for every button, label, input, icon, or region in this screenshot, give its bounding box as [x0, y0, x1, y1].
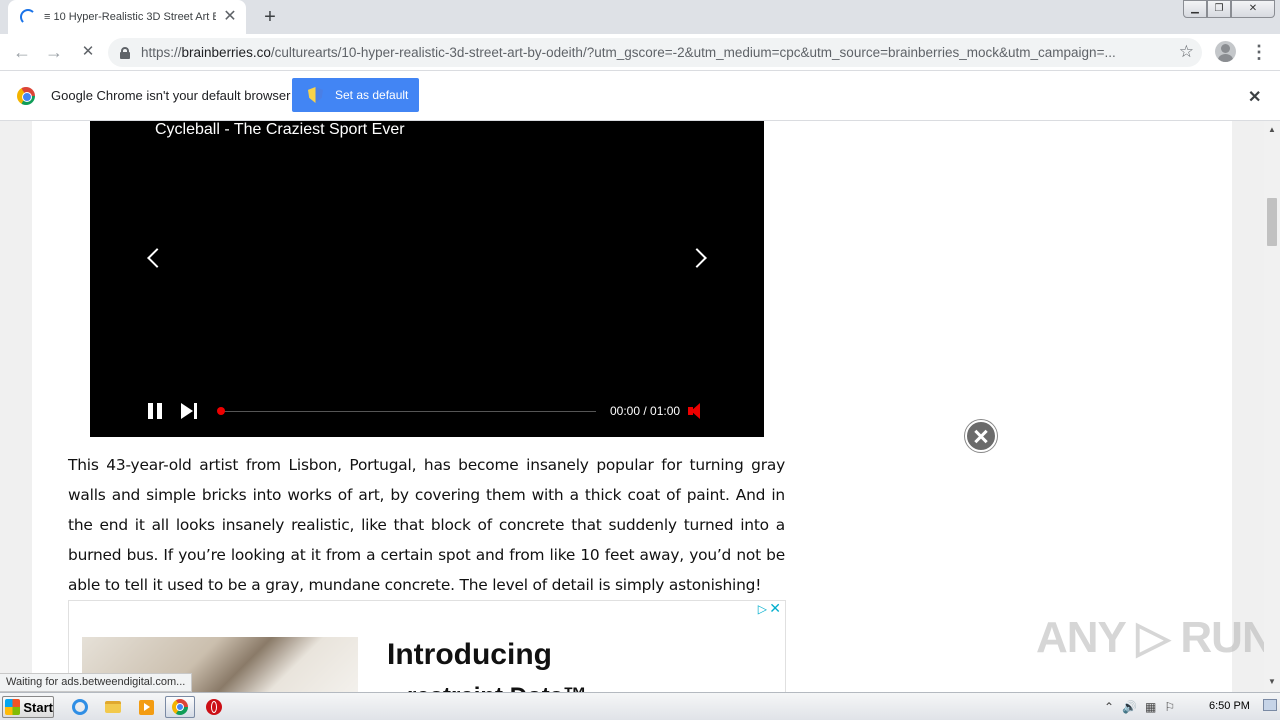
ad-headline[interactable]: Introducing: [387, 638, 552, 672]
video-title: Cycleball - The Craziest Sport Ever: [155, 121, 405, 138]
page-scrollbar[interactable]: ▲ ▼: [1264, 121, 1280, 692]
previous-arrow-icon[interactable]: [147, 248, 167, 268]
start-label: Start: [23, 699, 53, 715]
volume-icon[interactable]: [688, 402, 706, 420]
address-bar[interactable]: https://brainberries.co/culturearts/10-h…: [108, 38, 1202, 67]
infobar-message: Google Chrome isn't your default browser: [51, 88, 291, 103]
next-arrow-icon[interactable]: [687, 248, 707, 268]
profile-avatar-icon[interactable]: [1215, 41, 1236, 62]
window-close-button[interactable]: ✕: [1231, 0, 1275, 18]
tab-close-icon[interactable]: ✕: [222, 9, 238, 25]
adchoices-icon[interactable]: ▷: [758, 602, 767, 616]
set-as-default-button[interactable]: Set as default: [292, 78, 419, 112]
internet-explorer-taskbar-button[interactable]: [68, 697, 92, 717]
url-path: /culturearts/10-hyper-realistic-3d-stree…: [270, 45, 1116, 60]
pause-icon[interactable]: [147, 403, 163, 419]
start-button[interactable]: Start: [2, 696, 54, 718]
opera-icon: [206, 699, 222, 715]
opera-taskbar-button[interactable]: [202, 697, 226, 717]
file-explorer-taskbar-button[interactable]: [101, 697, 125, 717]
browser-toolbar: ← → ✕ https://brainberries.co/cultureart…: [0, 34, 1280, 71]
forward-button[interactable]: →: [42, 40, 66, 64]
action-center-flag-icon[interactable]: ⚐: [1164, 700, 1175, 714]
set-as-default-label: Set as default: [335, 88, 409, 102]
loading-spinner-icon: [20, 9, 36, 25]
article-paragraph: This 43-year-old artist from Lisbon, Por…: [68, 456, 785, 594]
article-page: Cycleball - The Craziest Sport Ever 00:0…: [32, 121, 1232, 692]
scroll-thumb[interactable]: [1267, 198, 1277, 246]
windows-logo-icon: [5, 699, 21, 715]
bookmark-star-icon[interactable]: ☆: [1179, 42, 1194, 62]
taskbar-clock[interactable]: 6:50 PM: [1209, 700, 1250, 712]
infobar-close-icon[interactable]: ✕: [1248, 87, 1261, 107]
overlay-close-icon[interactable]: [965, 420, 997, 452]
default-browser-infobar: Google Chrome isn't your default browser…: [0, 71, 1280, 121]
chrome-menu-icon[interactable]: ⋮: [1250, 40, 1268, 64]
media-player-taskbar-button[interactable]: [134, 697, 158, 717]
page-viewport: Cycleball - The Craziest Sport Ever 00:0…: [0, 121, 1264, 692]
speaker-icon[interactable]: 🔊: [1122, 700, 1137, 714]
browser-tab[interactable]: ≡ 10 Hyper-Realistic 3D Street Art By Od…: [8, 0, 246, 34]
video-progress-knob[interactable]: [217, 407, 225, 415]
skip-next-icon[interactable]: [181, 403, 199, 419]
chrome-icon: [172, 699, 188, 715]
url-scheme: https://: [141, 45, 182, 60]
new-tab-button[interactable]: +: [258, 6, 282, 28]
scroll-down-icon[interactable]: ▼: [1268, 677, 1276, 686]
system-tray: ⌃ 🔊 ▦ ⚐: [1104, 693, 1280, 721]
ad-subline[interactable]: ...restraint Dots™: [387, 683, 587, 692]
url-domain: brainberries.co: [181, 45, 271, 60]
stop-loading-button[interactable]: ✕: [76, 40, 100, 64]
internet-explorer-icon: [72, 699, 88, 715]
show-desktop-button[interactable]: [1263, 699, 1277, 711]
network-icon[interactable]: ▦: [1145, 700, 1156, 714]
media-player-icon: [138, 699, 154, 715]
ad-close-icon[interactable]: ✕: [769, 601, 781, 617]
minimize-button[interactable]: ▁: [1183, 0, 1207, 18]
scroll-up-icon[interactable]: ▲: [1268, 125, 1276, 134]
show-hidden-icons-icon[interactable]: ⌃: [1104, 700, 1114, 714]
chrome-logo-icon: [17, 87, 35, 105]
folder-icon: [105, 701, 121, 713]
uac-shield-icon: [308, 87, 323, 103]
windows-taskbar: Start ⌃ 🔊 ▦ ⚐ 6:50 PM: [0, 692, 1280, 720]
tab-title: ≡ 10 Hyper-Realistic 3D Street Art By Od…: [44, 11, 216, 23]
anyrun-watermark: ANY ▷ RUN: [1036, 613, 1274, 662]
chrome-taskbar-button[interactable]: [165, 696, 195, 718]
video-player[interactable]: Cycleball - The Craziest Sport Ever 00:0…: [90, 121, 764, 437]
back-button[interactable]: ←: [10, 40, 34, 64]
video-time: 00:00 / 01:00: [610, 404, 681, 418]
status-bubble: Waiting for ads.betweendigital.com...: [0, 673, 193, 692]
lock-icon[interactable]: [120, 46, 130, 59]
url-text[interactable]: https://brainberries.co/culturearts/10-h…: [141, 45, 1161, 60]
video-progress-bar[interactable]: [217, 407, 596, 415]
tab-strip: ≡ 10 Hyper-Realistic 3D Street Art By Od…: [0, 0, 1280, 34]
maximize-button[interactable]: ❐: [1207, 0, 1231, 18]
